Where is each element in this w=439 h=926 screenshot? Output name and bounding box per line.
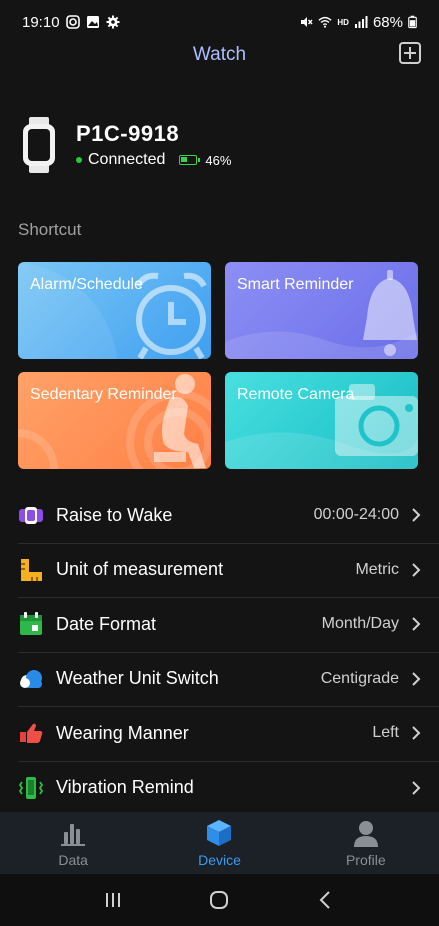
setting-label: Date Format xyxy=(56,613,157,634)
tile-label: Alarm/Schedule xyxy=(30,276,143,293)
watch-icon xyxy=(23,117,55,173)
setting-value: 00:00-24:00 xyxy=(313,506,399,524)
ruler-icon xyxy=(21,558,42,581)
vibration-icon xyxy=(18,776,44,799)
setting-row-wearing-manner[interactable]: Wearing Manner Left xyxy=(0,706,439,761)
settings-list: Raise to Wake 00:00-24:00 Unit of measur… xyxy=(0,488,439,815)
instagram-icon xyxy=(65,15,80,29)
device-name: P1C-9918 xyxy=(76,121,180,146)
device-card[interactable]: P1C-9918 Connected 46% xyxy=(20,110,420,180)
hand-icon xyxy=(20,724,43,744)
alarm-schedule-tile[interactable]: Alarm/Schedule xyxy=(18,262,211,359)
setting-value: Month/Day xyxy=(321,615,399,633)
nav-tab-profile[interactable]: Profile xyxy=(293,812,439,874)
bar-chart-icon xyxy=(61,824,86,846)
setting-row-raise-to-wake[interactable]: Raise to Wake 00:00-24:00 xyxy=(0,488,439,543)
setting-label: Unit of measurement xyxy=(56,559,224,580)
connection-status: Connected xyxy=(88,151,166,168)
home-icon[interactable] xyxy=(208,889,230,911)
header: Watch xyxy=(0,38,439,72)
chevron-right-icon xyxy=(412,563,421,577)
calendar-icon xyxy=(20,612,42,636)
wifi-icon xyxy=(318,16,332,28)
nav-label: Profile xyxy=(345,852,386,868)
raise-wrist-icon xyxy=(19,507,43,525)
tile-label: Sedentary Reminder xyxy=(30,386,177,403)
connected-dot-icon xyxy=(76,157,82,163)
chevron-right-icon xyxy=(412,672,421,686)
chevron-right-icon xyxy=(412,781,421,795)
cube-icon xyxy=(207,820,232,846)
setting-value: Centigrade xyxy=(320,669,399,687)
setting-label: Raise to Wake xyxy=(56,504,173,525)
add-device-button[interactable] xyxy=(399,42,421,64)
setting-row-date-format[interactable]: Date Format Month/Day xyxy=(0,597,439,652)
status-time: 19:10 xyxy=(22,13,60,31)
setting-label: Vibration Remind xyxy=(56,777,194,798)
system-nav-bar xyxy=(0,874,439,926)
cloud-icon xyxy=(20,669,42,688)
person-icon xyxy=(353,821,378,847)
nav-label: Device xyxy=(198,852,241,868)
tile-label: Smart Reminder xyxy=(237,276,354,293)
nav-tab-data[interactable]: Data xyxy=(0,812,146,874)
mute-icon xyxy=(301,17,313,27)
chevron-right-icon xyxy=(412,617,421,631)
setting-value: Metric xyxy=(355,560,399,578)
plus-icon xyxy=(404,47,416,59)
recent-apps-icon[interactable] xyxy=(102,889,124,911)
signal-icon xyxy=(354,16,368,28)
battery-icon xyxy=(408,15,417,29)
setting-row-vibration-remind[interactable]: Vibration Remind xyxy=(0,760,439,816)
remote-camera-tile[interactable]: Remote Camera xyxy=(225,372,418,469)
setting-row-weather-unit-switch[interactable]: Weather Unit Switch Centigrade xyxy=(0,651,439,707)
status-battery-text: 68% xyxy=(372,13,403,31)
settings-gear-icon xyxy=(106,15,120,29)
gallery-icon xyxy=(86,16,99,28)
device-battery-icon xyxy=(179,155,201,165)
chevron-right-icon xyxy=(412,726,421,740)
setting-row-unit-of-measurement[interactable]: Unit of measurement Metric xyxy=(0,542,439,598)
sedentary-reminder-tile[interactable]: Sedentary Reminder xyxy=(18,372,211,469)
setting-value: Left xyxy=(372,724,399,742)
chevron-right-icon xyxy=(412,508,421,522)
back-icon[interactable] xyxy=(315,889,337,911)
shortcut-section-title: Shortcut xyxy=(18,220,82,239)
nav-label: Data xyxy=(58,852,88,868)
smart-reminder-tile[interactable]: Smart Reminder xyxy=(225,262,418,359)
tile-label: Remote Camera xyxy=(237,386,355,403)
page-title: Watch xyxy=(192,44,247,65)
setting-label: Wearing Manner xyxy=(56,722,189,743)
device-battery-text: 46% xyxy=(205,152,232,168)
nav-tab-device[interactable]: Device xyxy=(146,812,292,874)
setting-label: Weather Unit Switch xyxy=(56,668,219,689)
bottom-nav: Data Device Profile xyxy=(0,812,439,874)
hd-badge-icon: HD xyxy=(337,17,349,27)
